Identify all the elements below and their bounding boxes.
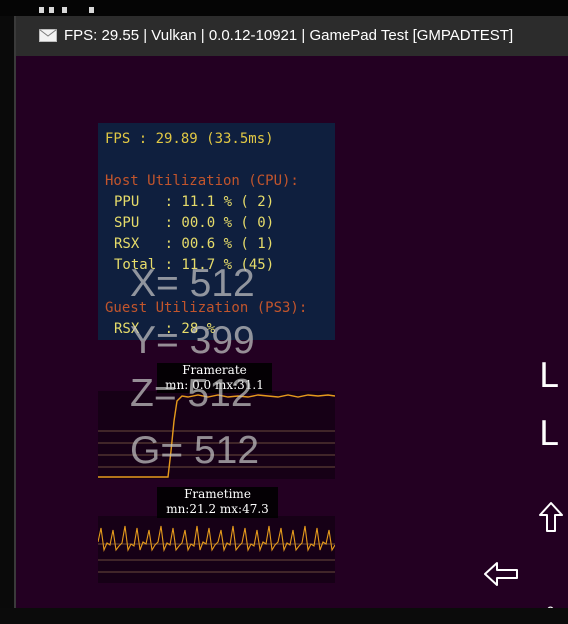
desktop-top-strip (0, 0, 568, 16)
up-arrow-icon (539, 502, 563, 532)
frametime-graph (97, 516, 336, 583)
window-titlebar[interactable]: FPS: 29.55 | Vulkan | 0.0.12-10921 | Gam… (16, 16, 568, 56)
frametime-line (97, 525, 336, 553)
frametime-title: Frametime (184, 487, 251, 501)
rsx-utilization: RSX : 00.6 % ( 1) (114, 236, 275, 252)
l-button-indicator: L (539, 356, 558, 396)
envelope-icon (39, 29, 57, 42)
frametime-stats: mn:21.2 mx:47.3 (166, 502, 269, 516)
ppu-utilization: PPU : 11.1 % ( 2) (114, 194, 275, 210)
l-button-indicator-2: L (539, 414, 558, 454)
desktop-bottom-strip (0, 608, 568, 624)
spu-utilization: SPU : 00.0 % ( 0) (114, 215, 275, 231)
rpcs3-game-window: FPS: 29.55 | Vulkan | 0.0.12-10921 | Gam… (16, 16, 568, 608)
performance-overlay: FPS : 29.89 (33.5ms) Host Utilization (C… (98, 123, 335, 340)
frametime-graph-canvas (97, 525, 336, 573)
window-title: FPS: 29.55 | Vulkan | 0.0.12-10921 | Gam… (64, 27, 514, 44)
axis-g-readout: G= 512 (130, 429, 260, 472)
frametime-graph-label: Frametime mn:21.2 mx:47.3 (157, 487, 278, 518)
desktop-icons-fragment (39, 7, 94, 13)
axis-x-readout: X= 512 (130, 262, 255, 305)
host-utilization-heading: Host Utilization (CPU): (105, 173, 299, 189)
screen: FPS: 29.55 | Vulkan | 0.0.12-10921 | Gam… (0, 0, 568, 624)
axis-z-readout: Z= 512 (130, 372, 253, 415)
fps-readout: FPS : 29.89 (33.5ms) (105, 131, 274, 147)
game-viewport[interactable]: FPS : 29.89 (33.5ms) Host Utilization (C… (16, 56, 568, 608)
left-arrow-icon (484, 562, 518, 586)
axis-y-readout: Y= 399 (130, 319, 255, 362)
